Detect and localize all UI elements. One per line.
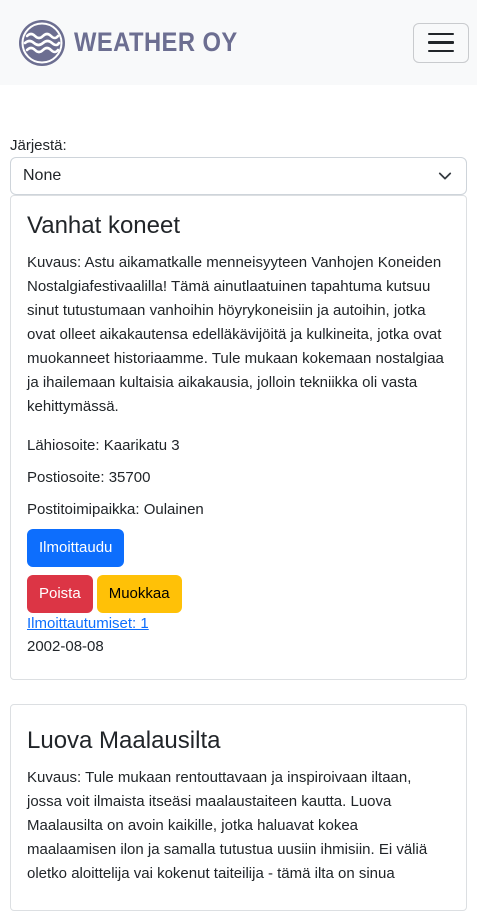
navbar: WEATHER OY	[0, 0, 477, 85]
edit-button[interactable]: Muokkaa	[96, 574, 182, 613]
event-card: Luova Maalausilta Kuvaus: Tule mukaan re…	[10, 703, 467, 911]
event-postal-code: Postiosoite: 35700	[27, 468, 151, 486]
sort-label: Järjestä:	[10, 137, 67, 154]
sort-selected-value: None	[23, 167, 62, 184]
main-content: Järjestä: None Vanhat koneet Kuvaus: Ast…	[0, 137, 477, 911]
event-title: Vanhat koneet	[27, 212, 181, 239]
event-description: Kuvaus: Tule mukaan rentouttavaan ja ins…	[27, 768, 428, 882]
brand-link[interactable]: WEATHER OY	[18, 19, 260, 67]
event-date: 2002-08-08	[27, 637, 104, 655]
wave-logo-icon	[19, 19, 65, 66]
menu-toggle-button[interactable]	[413, 22, 469, 63]
sort-select[interactable]: None	[10, 157, 467, 195]
delete-button[interactable]: Poista	[27, 574, 93, 613]
card-actions: Poista Muokkaa	[27, 574, 450, 613]
registrations-link[interactable]: Ilmoittautumiset: 1	[27, 615, 450, 632]
event-card: Vanhat koneet Kuvaus: Astu aikamatkalle …	[10, 195, 467, 680]
event-description: Kuvaus: Astu aikamatkalle menneisyyteen …	[27, 253, 444, 415]
event-address: Lähiosoite: Kaarikatu 3	[27, 436, 180, 454]
register-button[interactable]: Ilmoittaudu	[27, 528, 125, 567]
event-title: Luova Maalausilta	[27, 726, 221, 754]
chevron-down-icon	[438, 172, 452, 180]
hamburger-icon	[428, 32, 454, 36]
event-city: Postitoimipaikka: Oulainen	[27, 500, 204, 518]
brand-name: WEATHER OY	[74, 27, 238, 57]
